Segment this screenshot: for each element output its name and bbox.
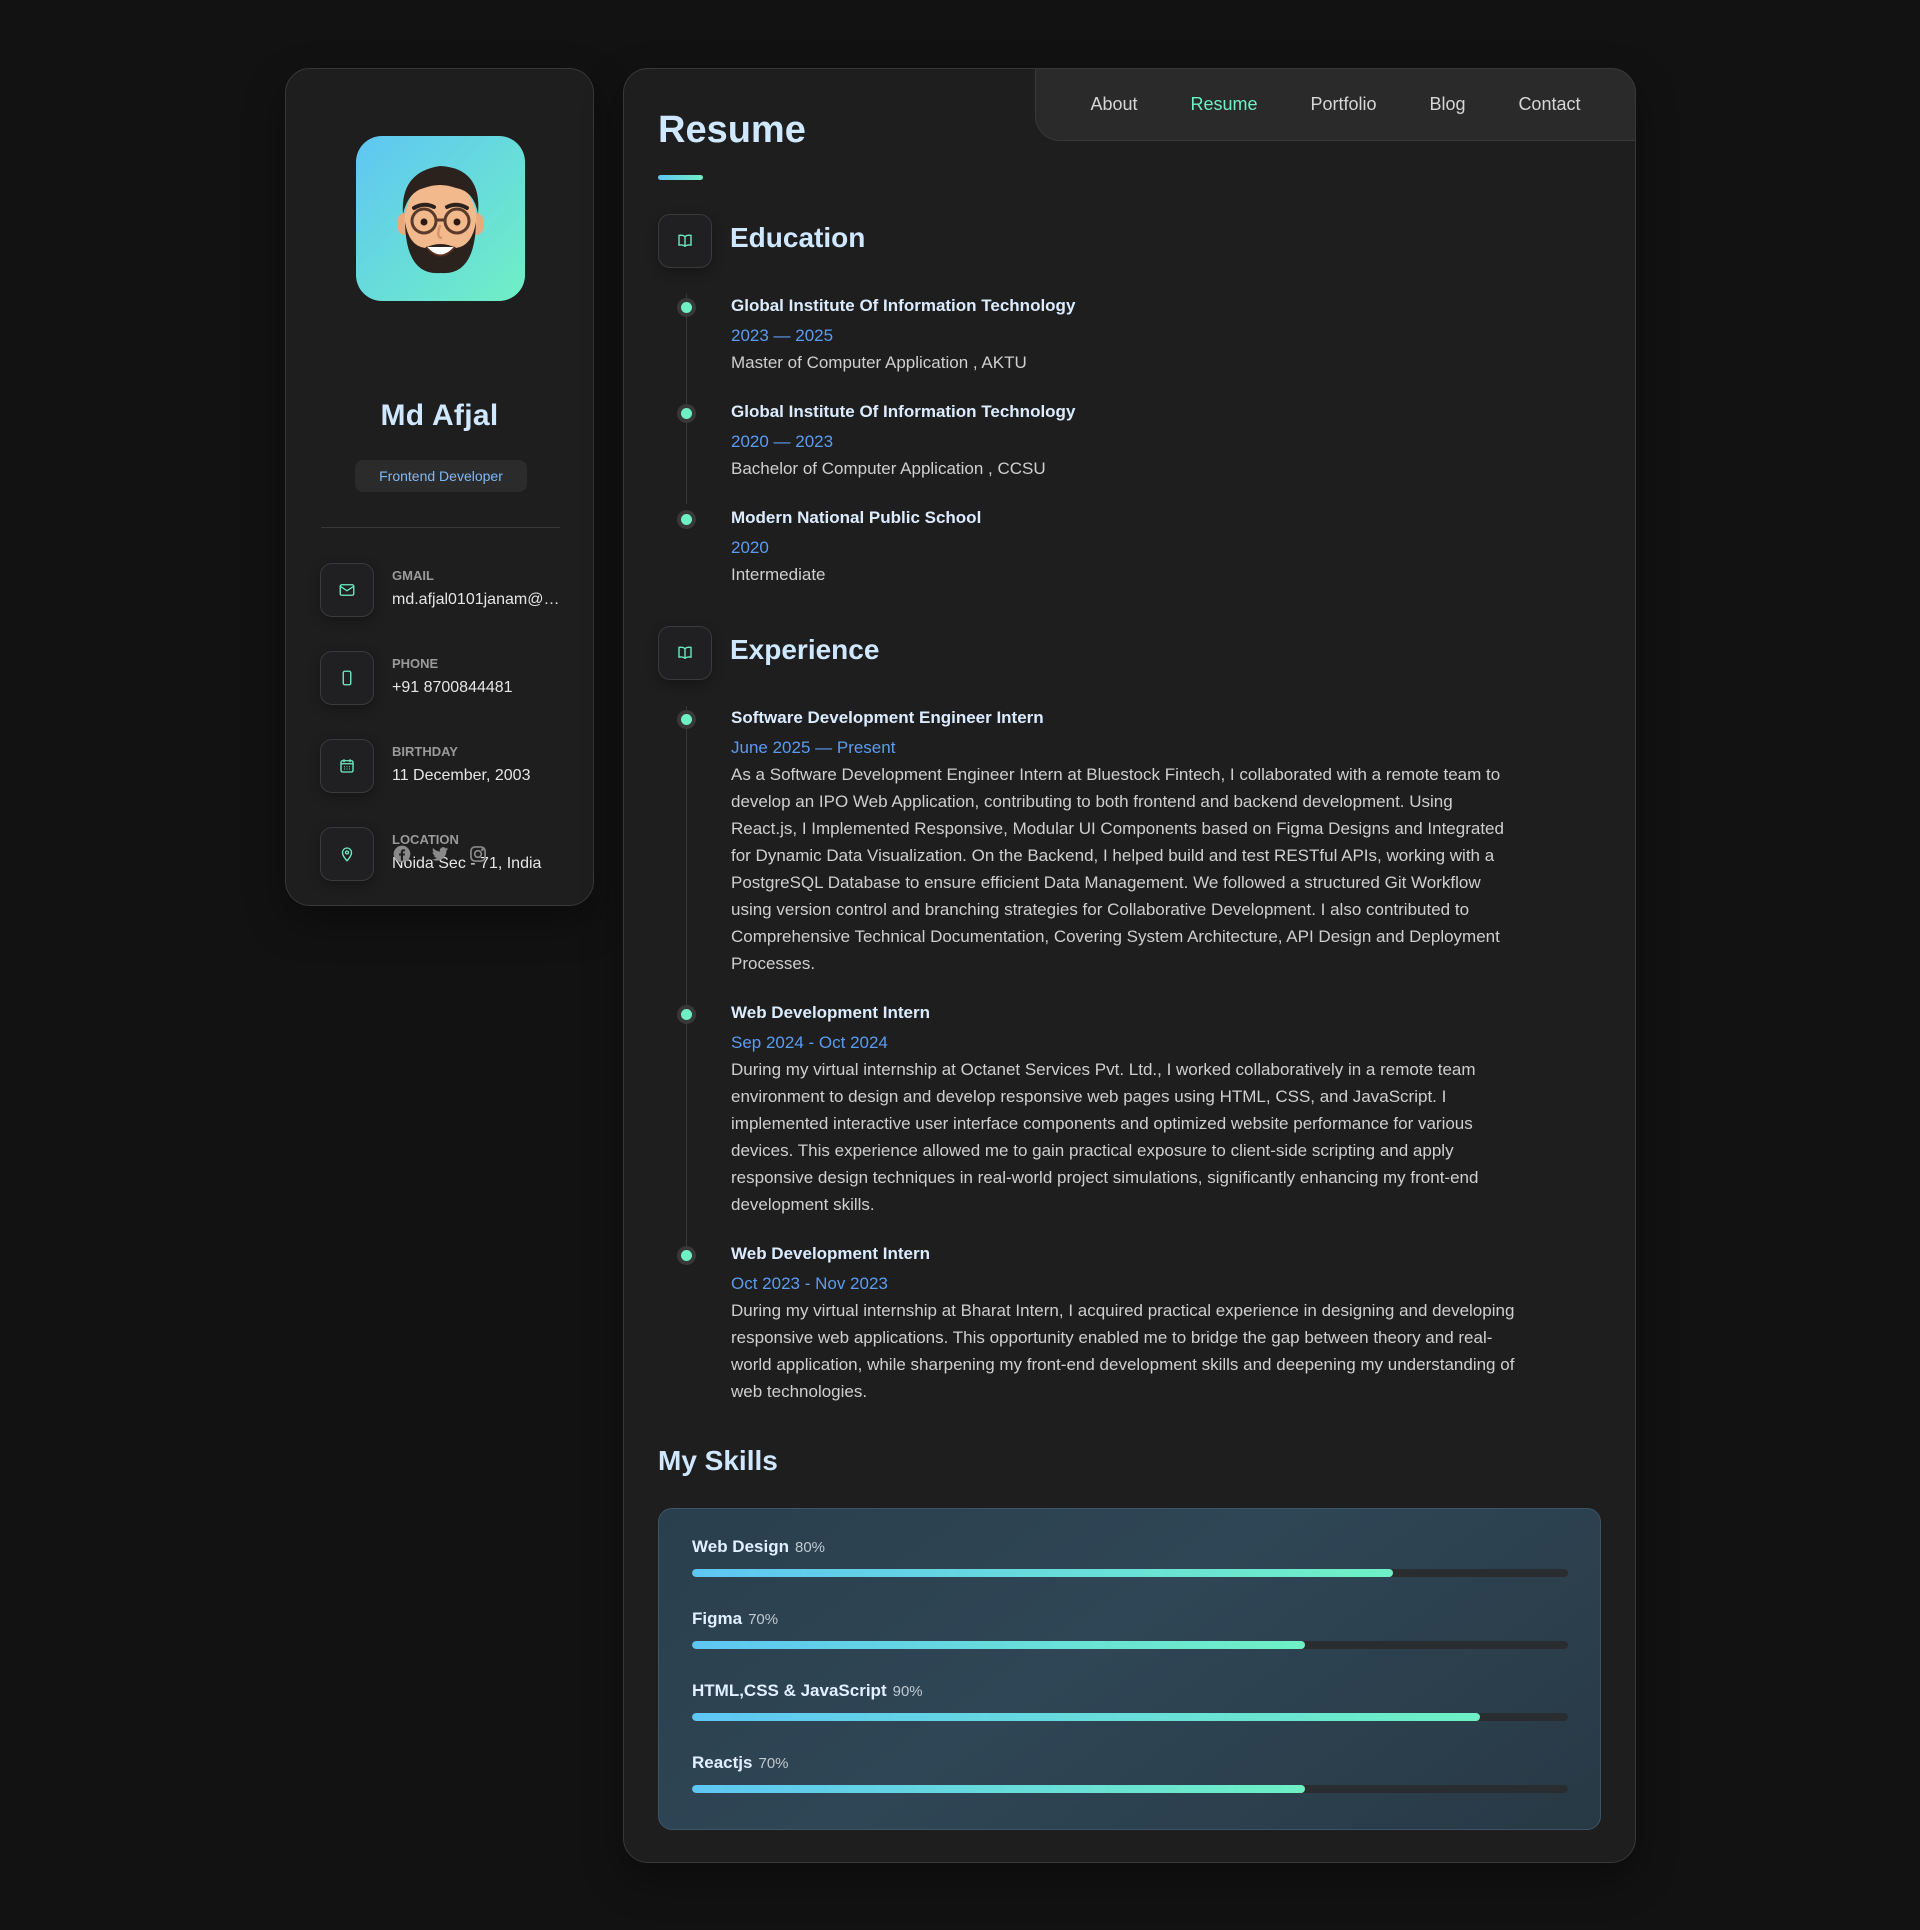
skill-progress-fill [692,1569,1393,1577]
nav-about[interactable]: About [1090,94,1137,115]
contact-label: PHONE [392,656,439,671]
calendar-icon [320,739,374,793]
timeline-dot [681,1250,692,1261]
resume-panel: About Resume Portfolio Blog Contact Resu… [623,68,1636,1863]
timeline-dot [681,514,692,525]
skill-progress-fill [692,1785,1306,1793]
education-item-text: Master of Computer Application , AKTU [731,353,1027,372]
education-item-title: Modern National Public School [731,508,982,527]
experience-item-text: As a Software Development Engineer Inter… [731,765,1504,973]
skill-item: Figma 70% [692,1609,1568,1681]
facebook-icon[interactable] [392,844,412,864]
skills-title: My Skills [658,1445,778,1476]
nav-portfolio[interactable]: Portfolio [1310,94,1376,115]
experience-item-date: June 2025 — Present [731,738,896,757]
education-title: Education [730,222,866,253]
experience-title: Experience [730,634,880,665]
skill-name: Web Design [692,1537,789,1556]
experience-item-title: Web Development Intern [731,1244,930,1263]
education-item: Global Institute Of Information Technolo… [658,400,1558,506]
nav-contact[interactable]: Contact [1518,94,1580,115]
nav-resume[interactable]: Resume [1190,94,1257,115]
skill-name: Figma [692,1609,743,1628]
timeline-dot [681,302,692,313]
profile-name: Md Afjal [380,399,499,432]
contact-item-location: LOCATION Noida Sec - 71, India [320,827,570,915]
skill-progress-track [692,1713,1568,1721]
skill-progress-fill [692,1641,1306,1649]
skill-item: HTML,CSS & JavaScript 90% [692,1681,1568,1753]
skills-list: Web Design 80% Figma 70% HTML,CSS & Java… [658,1508,1601,1830]
contact-item-gmail: GMAIL md.afjal0101janam@… [320,563,570,651]
mail-icon [320,563,374,617]
instagram-icon[interactable] [468,844,488,864]
contact-label: BIRTHDAY [392,744,458,759]
skill-percent: 70% [748,1611,779,1628]
skill-progress-track [692,1641,1568,1649]
book-icon [658,626,712,680]
education-item-date: 2020 — 2023 [731,432,834,451]
contact-item-birthday: BIRTHDAY 11 December, 2003 [320,739,570,827]
education-item-text: Intermediate [731,565,826,584]
skill-percent: 70% [758,1755,789,1772]
timeline-dot [681,408,692,419]
navbar: About Resume Portfolio Blog Contact [1035,68,1636,141]
experience-item: Web Development Intern Sep 2024 - Oct 20… [658,1001,1558,1242]
skill-percent: 80% [794,1539,826,1556]
book-icon [658,214,712,268]
skill-progress-track [692,1785,1568,1793]
timeline-dot [681,714,692,725]
experience-item-title: Web Development Intern [731,1003,930,1022]
experience-item-title: Software Development Engineer Intern [731,708,1044,727]
timeline-dot [681,1009,692,1020]
skill-name: Reactjs [692,1753,753,1772]
contact-phone-link[interactable]: +91 8700844481 [392,679,562,697]
education-item: Modern National Public School 2020 Inter… [658,506,1558,588]
experience-item: Software Development Engineer Intern Jun… [658,706,1558,1001]
contact-item-phone: PHONE +91 8700844481 [320,651,570,739]
experience-item-date: Oct 2023 - Nov 2023 [731,1274,888,1293]
twitter-icon[interactable] [430,844,450,864]
avatar-memoji-icon [397,166,484,274]
experience-item-text: During my virtual internship at Octanet … [731,1060,1479,1214]
social-links [286,844,593,864]
phone-icon [320,651,374,705]
education-item-date: 2023 — 2025 [731,326,834,345]
avatar [356,136,525,301]
skill-name: HTML,CSS & JavaScript [692,1681,887,1700]
experience-item: Web Development Intern Oct 2023 - Nov 20… [658,1242,1558,1405]
contact-label: GMAIL [392,568,434,583]
education-item-text: Bachelor of Computer Application , CCSU [731,459,1046,478]
contact-birthday-value: 11 December, 2003 [392,767,531,784]
experience-item-date: Sep 2024 - Oct 2024 [731,1033,888,1052]
title-underline [658,175,703,180]
sidebar: Md Afjal Frontend Developer GMAIL md.afj… [285,68,594,906]
education-item-title: Global Institute Of Information Technolo… [731,296,1076,315]
nav-blog[interactable]: Blog [1429,94,1465,115]
education-item: Global Institute Of Information Technolo… [658,294,1558,400]
experience-item-text: During my virtual internship at Bharat I… [731,1301,1515,1401]
page-title: Resume [658,109,806,151]
contact-email-link[interactable]: md.afjal0101janam@… [392,591,562,609]
skill-progress-track [692,1569,1568,1577]
education-item-title: Global Institute Of Information Technolo… [731,402,1076,421]
education-timeline: Global Institute Of Information Technolo… [658,294,1558,588]
education-item-date: 2020 [731,538,769,557]
skill-percent: 90% [892,1683,923,1700]
skill-progress-fill [692,1713,1481,1721]
skill-item: Reactjs 70% [692,1753,1568,1825]
role-badge: Frontend Developer [355,460,527,492]
experience-timeline: Software Development Engineer Intern Jun… [658,706,1558,1405]
skill-item: Web Design 80% [692,1537,1568,1609]
sidebar-separator [321,527,560,528]
